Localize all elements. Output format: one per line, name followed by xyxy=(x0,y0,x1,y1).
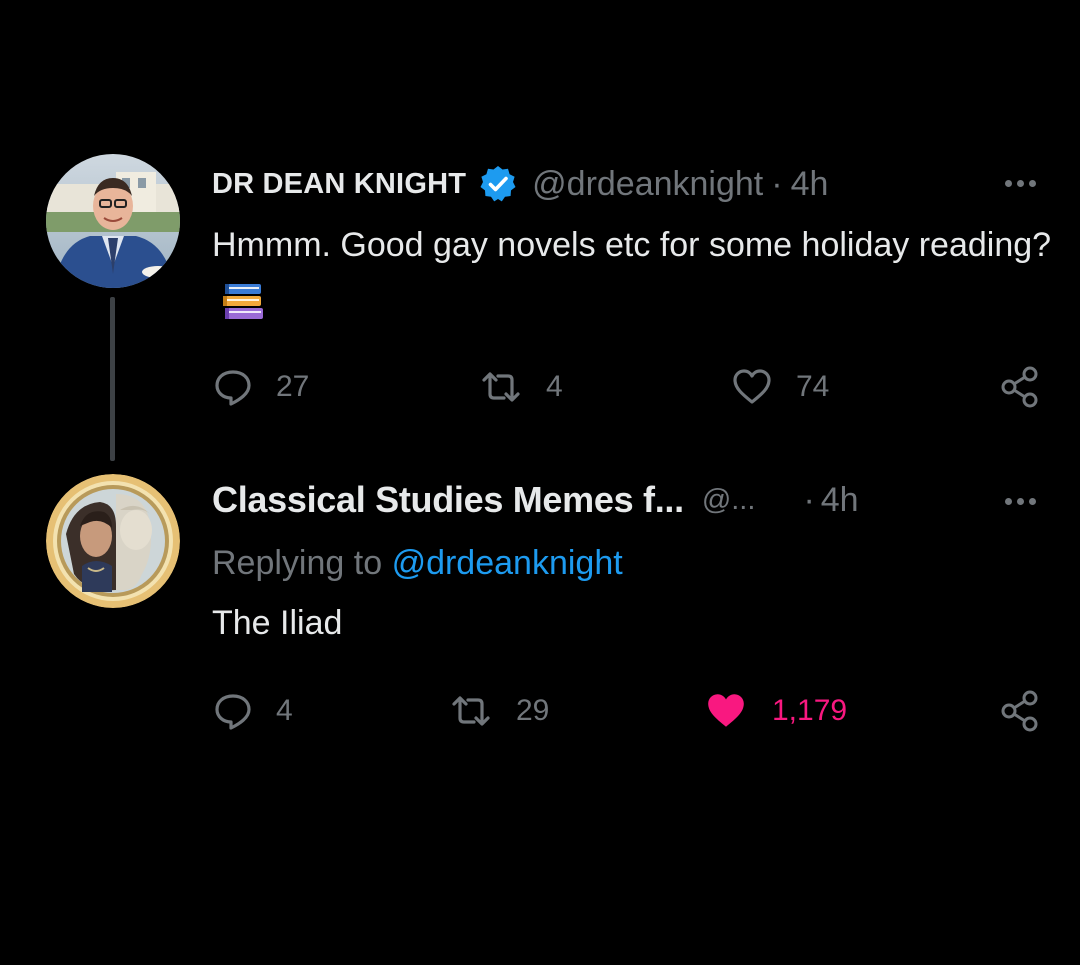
replying-to: Replying to @drdeanknight xyxy=(212,538,623,588)
timestamp[interactable]: 4h xyxy=(821,481,859,520)
retweet-icon xyxy=(452,696,490,726)
tweet-header: Classical Studies Memes f... @... · 4h xyxy=(212,478,859,522)
like-button[interactable]: 1,179 xyxy=(702,686,847,736)
reply-button[interactable]: 4 xyxy=(212,686,293,736)
retweet-count: 29 xyxy=(516,694,550,727)
more-options-icon[interactable] xyxy=(1005,180,1036,187)
reply-button[interactable]: 27 xyxy=(212,362,309,412)
reply-icon xyxy=(215,694,251,730)
thread-connector-line xyxy=(110,297,115,461)
retweet-count: 4 xyxy=(546,370,563,403)
tweet-text-content: Hmmm. Good gay novels etc for some holid… xyxy=(212,226,1052,264)
separator-dot: · xyxy=(771,164,783,203)
share-button[interactable] xyxy=(998,362,1042,412)
verified-badge-icon xyxy=(478,164,518,204)
avatar[interactable] xyxy=(46,474,180,608)
replying-to-label: Replying to xyxy=(212,544,383,582)
like-button[interactable]: 74 xyxy=(730,362,829,412)
timestamp[interactable]: 4h xyxy=(791,165,829,204)
avatar[interactable] xyxy=(46,154,180,288)
tweet-text: Hmmm. Good gay novels etc for some holid… xyxy=(212,218,1052,326)
reply-icon xyxy=(215,370,251,406)
display-name[interactable]: Classical Studies Memes f... xyxy=(212,479,684,521)
tweet-actions: 4 29 1,179 xyxy=(212,686,1042,736)
reply-count: 4 xyxy=(276,694,293,727)
tweet-text: The Iliad xyxy=(212,596,342,650)
separator-dot: · xyxy=(803,480,815,519)
user-handle[interactable]: @drdeanknight xyxy=(532,165,763,204)
like-count: 74 xyxy=(796,370,830,403)
more-options-icon[interactable] xyxy=(1005,498,1036,505)
share-button[interactable] xyxy=(998,686,1042,736)
like-count: 1,179 xyxy=(772,694,848,727)
books-icon xyxy=(220,278,266,324)
retweet-icon xyxy=(482,372,520,402)
tweet-actions: 27 4 74 xyxy=(212,362,1042,412)
tweet-header: DR DEAN KNIGHT @drdeanknight · 4h xyxy=(212,162,828,206)
user-handle[interactable]: @... xyxy=(702,484,756,517)
reply-count: 27 xyxy=(276,370,310,403)
display-name[interactable]: DR DEAN KNIGHT xyxy=(212,168,466,201)
heart-filled-icon xyxy=(708,694,744,727)
retweet-button[interactable]: 29 xyxy=(448,686,549,736)
replying-to-mention[interactable]: @drdeanknight xyxy=(392,544,623,582)
retweet-button[interactable]: 4 xyxy=(478,362,563,412)
share-icon xyxy=(1001,690,1038,732)
share-icon xyxy=(1001,366,1038,408)
tweet-thread: DR DEAN KNIGHT @drdeanknight · 4h Hmmm. … xyxy=(0,0,1080,965)
heart-icon xyxy=(733,369,771,404)
tweet-text-content: The Iliad xyxy=(212,604,343,642)
